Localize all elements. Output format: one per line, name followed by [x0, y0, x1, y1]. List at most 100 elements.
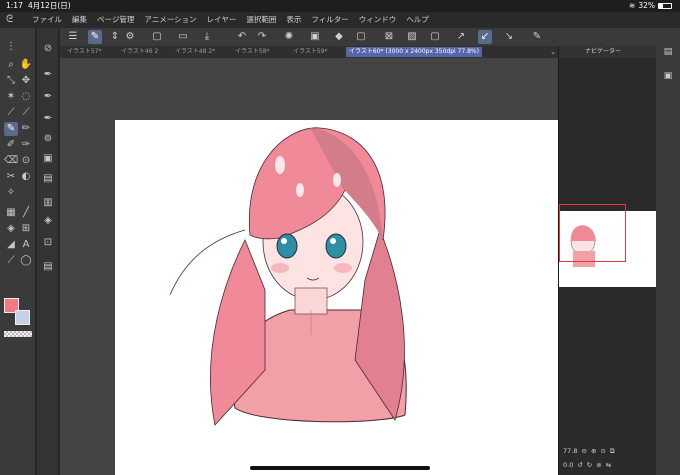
stroke-icon[interactable]: ↘	[502, 30, 516, 44]
clear-icon[interactable]: ✺	[282, 30, 296, 44]
line-tool-icon[interactable]: ↗	[454, 30, 468, 44]
save-icon[interactable]: ⤓	[200, 30, 214, 44]
history-icon[interactable]: ▤	[41, 260, 55, 274]
tab-illust58[interactable]: イラスト58*	[232, 47, 288, 57]
menu-help[interactable]: ヘルプ	[406, 12, 429, 28]
subtool-color-icon[interactable]: ▣	[41, 152, 55, 166]
operation-icon[interactable]: ⤡	[4, 74, 18, 88]
brush-icon[interactable]: ✐	[4, 138, 18, 152]
canvas-workspace[interactable]	[60, 58, 558, 475]
brush-tool-icon[interactable]: ↙	[478, 30, 492, 44]
menu-icon[interactable]: ☰	[66, 30, 80, 44]
transform-icon[interactable]: ▢	[354, 30, 368, 44]
sub-tool-strip: ⊘ ✒ ✒ ✒ ⊚ ▣ ▤ ▥ ◈ ⊡ ▤	[37, 28, 59, 475]
zoom-in-icon[interactable]: ⊕	[591, 445, 596, 457]
menu-layer[interactable]: レイヤー	[207, 12, 237, 28]
eraser-icon[interactable]: ⌫	[4, 154, 18, 168]
clock-date: 4月12日(日)	[28, 1, 71, 10]
liquify-icon[interactable]: ◐	[19, 170, 33, 184]
pen-icon[interactable]: ✎	[4, 122, 18, 136]
snap-icon[interactable]: ▨	[405, 30, 419, 44]
airbrush-icon[interactable]: ✑	[19, 138, 33, 152]
layer-icon[interactable]: ◈	[41, 214, 55, 228]
menu-bar: ᘓ ファイル 編集 ページ管理 アニメーション レイヤー 選択範囲 表示 フィル…	[0, 12, 680, 28]
transparent-color-swatch[interactable]	[4, 331, 32, 337]
tab-illust59[interactable]: イラスト59*	[290, 47, 344, 57]
frame-icon[interactable]: ⊞	[19, 222, 33, 236]
chevron-down-icon[interactable]: ⌄	[550, 46, 556, 58]
tab-illust60[interactable]: イラスト60* (3000 x 2400px 350dpi 77.8%)	[346, 47, 482, 57]
fill-icon[interactable]: ◈	[4, 222, 18, 236]
settings-icon[interactable]: ⚙	[123, 30, 137, 44]
text-icon[interactable]: A	[19, 238, 33, 252]
layer-search-icon[interactable]: ⊡	[41, 236, 55, 250]
command-bar: ☰ ✎ ⇕ ⚙ ▢ ▭ ⤓ ↶ ↷ ✺ ▣ ◆ ▢ ⊠ ▨ ▢ ↗ ↙ ↘ ✎	[60, 28, 560, 46]
drag-handle-icon[interactable]: ⋮	[4, 40, 18, 54]
sparkle-icon[interactable]: ✧	[4, 186, 18, 200]
navigator-viewport-frame[interactable]	[559, 204, 626, 262]
lasso-icon[interactable]: ◌	[19, 90, 33, 104]
pencil-icon[interactable]: ✏	[19, 122, 33, 136]
zoom-out-icon[interactable]: ⊖	[581, 445, 586, 457]
edit-icon[interactable]: ✎	[530, 30, 544, 44]
wifi-icon: ≋	[629, 1, 636, 10]
eyedropper-icon[interactable]: ⟋	[4, 106, 18, 120]
pen-setting-icon[interactable]: ✎	[88, 30, 102, 44]
tab-illust46[interactable]: イラスト46 2	[118, 47, 170, 57]
redo-icon[interactable]: ↷	[255, 30, 269, 44]
tab-illust57[interactable]: イラスト57*	[64, 47, 116, 57]
subtool-marker-icon[interactable]: ✒	[41, 90, 55, 104]
flip-icon[interactable]: ⇆	[606, 459, 611, 471]
hand-icon[interactable]: ✋	[19, 58, 33, 72]
new-icon[interactable]: ▢	[150, 30, 164, 44]
undo-icon[interactable]: ↶	[235, 30, 249, 44]
zoom-icon[interactable]: ⌕	[4, 58, 18, 72]
blend-icon[interactable]: ⊙	[19, 154, 33, 168]
menu-animation[interactable]: アニメーション	[144, 12, 196, 28]
ruler-toggle-icon[interactable]: ⊠	[382, 30, 396, 44]
navigator-title: ナビゲーター	[585, 48, 622, 55]
menu-selection[interactable]: 選択範囲	[246, 12, 276, 28]
menu-view[interactable]: 表示	[286, 12, 301, 28]
open-icon[interactable]: ▭	[176, 30, 190, 44]
rotate-reset-icon[interactable]: ⊚	[596, 459, 601, 471]
gradient-icon[interactable]: ▦	[4, 206, 18, 220]
balloon-icon[interactable]: ◯	[19, 254, 33, 268]
fill-icon[interactable]: ◆	[332, 30, 346, 44]
grid-icon[interactable]: ▢	[428, 30, 442, 44]
rotate-left-icon[interactable]: ↺	[577, 459, 582, 471]
home-indicator[interactable]	[250, 466, 430, 470]
canvas-paper[interactable]	[115, 120, 558, 475]
subtool-material-icon[interactable]: ▤	[41, 172, 55, 186]
zoom-fit-icon[interactable]: ⊙	[600, 445, 605, 457]
figure-icon[interactable]: ╱	[19, 206, 33, 220]
menu-window[interactable]: ウィンドウ	[359, 12, 397, 28]
menu-filter[interactable]: フィルター	[311, 12, 348, 28]
rotate-right-icon[interactable]: ↻	[587, 459, 592, 471]
menu-page[interactable]: ページ管理	[97, 12, 134, 28]
close-icon[interactable]: ⊘	[41, 42, 55, 56]
subtool-brush-icon[interactable]: ✒	[41, 112, 55, 126]
layer-property-icon[interactable]: ▥	[41, 196, 55, 210]
status-right: ≋ 32%	[629, 0, 672, 12]
zoom-actual-icon[interactable]: ⧉	[610, 445, 615, 457]
battery-percent: 32%	[638, 1, 655, 10]
auto-select-icon[interactable]: ✶	[4, 90, 18, 104]
menu-list: ファイル 編集 ページ管理 アニメーション レイヤー 選択範囲 表示 フィルター…	[32, 12, 429, 28]
subtool-option-icon[interactable]: ⊚	[41, 132, 55, 146]
panel-toggle-icon[interactable]: ▤	[661, 46, 675, 58]
eyedropper2-icon[interactable]: ⟋	[19, 106, 33, 120]
tab-illust48[interactable]: イラスト48 2*	[172, 47, 230, 57]
move-icon[interactable]: ✥	[19, 74, 33, 88]
chevron-updown-icon[interactable]: ⇕	[108, 30, 122, 44]
menu-file[interactable]: ファイル	[32, 12, 62, 28]
sub-color-swatch[interactable]	[15, 310, 30, 325]
ruler-icon[interactable]: ◢	[4, 238, 18, 252]
clear-outside-icon[interactable]: ▣	[308, 30, 322, 44]
app-logo-icon[interactable]: ᘓ	[6, 14, 18, 26]
balloon-pen-icon[interactable]: ⟋	[4, 254, 18, 268]
menu-edit[interactable]: 編集	[72, 12, 87, 28]
decoration-icon[interactable]: ✂	[4, 170, 18, 184]
subtool-pen-icon[interactable]: ✒	[41, 68, 55, 82]
panel-layer-icon[interactable]: ▣	[661, 70, 675, 82]
